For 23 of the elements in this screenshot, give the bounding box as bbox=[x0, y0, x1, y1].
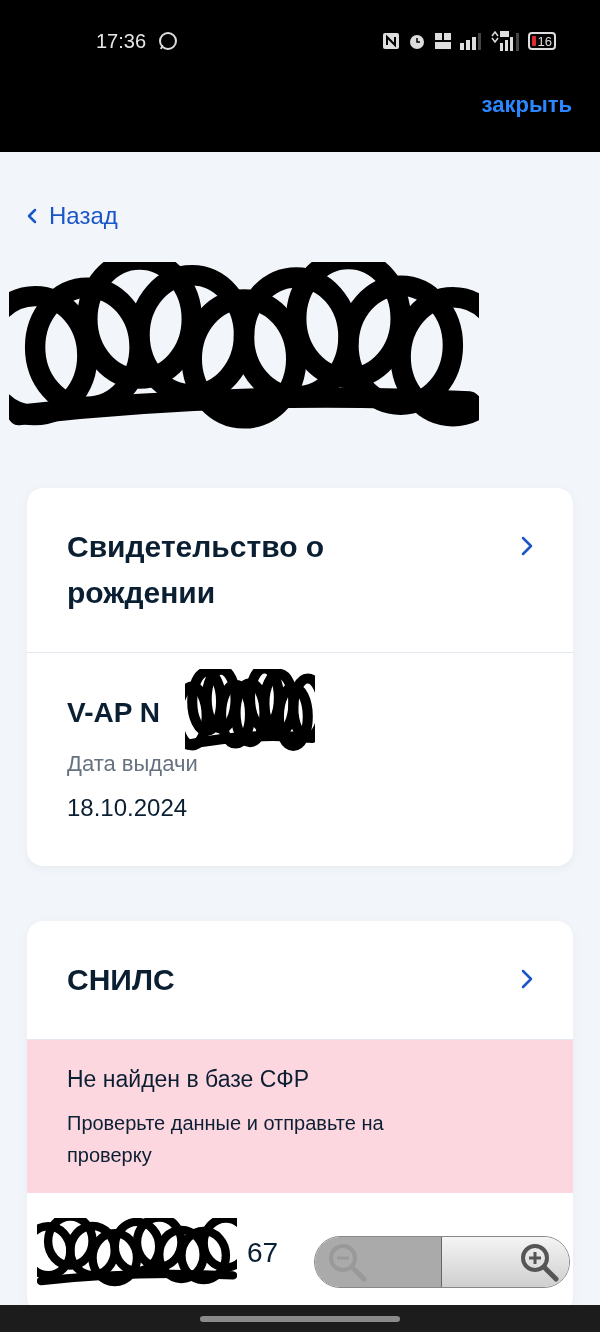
document-card[interactable]: Свидетельство о рождении V-AP N Дата выдачи 18.10.2024 bbox=[27, 488, 573, 866]
document-title: СНИЛС bbox=[67, 962, 176, 998]
signal-4g-icon bbox=[489, 31, 520, 51]
alert-text: Проверьте данные и отправьте на проверку bbox=[67, 1110, 385, 1168]
nfc-icon bbox=[381, 32, 400, 50]
document-title: Свидетельство о рождении bbox=[67, 529, 326, 611]
status-time: 17:36 bbox=[96, 29, 147, 54]
alarm-icon bbox=[407, 32, 426, 50]
document-number: V-AP N bbox=[67, 696, 160, 730]
signal-icon bbox=[459, 32, 482, 50]
alert-title: Не найден в базе СФР bbox=[67, 1065, 311, 1094]
chevron-right-icon bbox=[521, 536, 533, 556]
close-button[interactable]: закрыть bbox=[481, 88, 572, 121]
field-value: 18.10.2024 bbox=[67, 793, 189, 823]
document-number: 67 bbox=[247, 1235, 279, 1270]
battery-indicator: 16 bbox=[527, 32, 556, 50]
field-label: Дата выдачи bbox=[67, 750, 199, 778]
back-link[interactable]: Назад bbox=[27, 198, 118, 234]
chat-icon bbox=[158, 31, 179, 51]
zoom-in-button[interactable] bbox=[442, 1237, 569, 1287]
document-card[interactable]: СНИЛС Не найден в базе СФР Проверьте данные и отправьте на проверку 67 bbox=[27, 921, 573, 1305]
chevron-left-icon bbox=[27, 208, 37, 224]
chevron-right-icon bbox=[521, 969, 533, 989]
